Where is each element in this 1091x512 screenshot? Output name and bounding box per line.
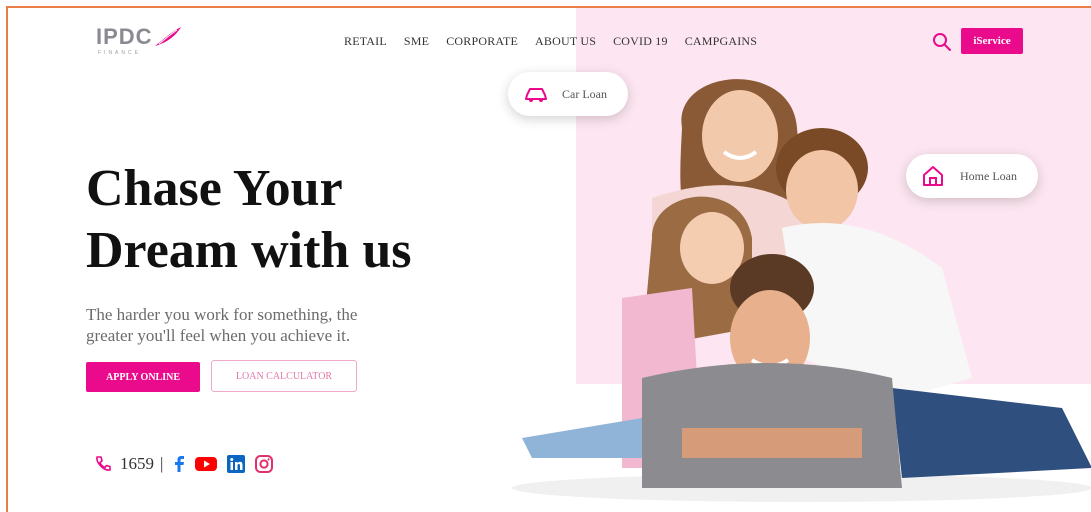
loan-calculator-button[interactable]: LOAN CALCULATOR <box>211 360 357 392</box>
car-icon <box>525 88 547 102</box>
facebook-link[interactable] <box>173 455 185 473</box>
nav-corporate[interactable]: CORPORATE <box>446 34 518 49</box>
instagram-icon <box>255 455 274 473</box>
hero-subtitle-line1: The harder you work for something, the <box>86 305 358 324</box>
car-loan-label: Car Loan <box>562 86 607 101</box>
logo-feather-icon <box>154 27 181 46</box>
nav-covid-19[interactable]: COVID 19 <box>613 34 668 49</box>
contact-row: 1659 | <box>94 454 283 474</box>
hero-subtitle: The harder you work for something, the g… <box>86 304 416 346</box>
hero-subtitle-line2: greater you'll feel when you achieve it. <box>86 326 351 345</box>
instagram-link[interactable] <box>255 455 274 473</box>
home-icon <box>923 166 943 186</box>
hero-title: Chase Your Dream with us <box>86 158 411 282</box>
hero-title-line1: Chase Your <box>86 160 343 217</box>
apply-online-button[interactable]: APPLY ONLINE <box>86 362 200 392</box>
family-hero-image <box>512 79 1091 502</box>
linkedin-icon <box>227 455 246 473</box>
phone-number[interactable]: 1659 <box>120 454 154 474</box>
youtube-link[interactable] <box>195 456 218 472</box>
main-nav: RETAIL SME CORPORATE ABOUT US COVID 19 C… <box>344 34 774 49</box>
hero-title-line2: Dream with us <box>86 222 412 279</box>
nav-retail[interactable]: RETAIL <box>344 34 387 49</box>
nav-campaigns[interactable]: CAMPGAINS <box>685 34 757 49</box>
car-loan-badge[interactable]: Car Loan <box>508 72 628 116</box>
logo-subtext: FINANCE <box>98 50 141 56</box>
facebook-icon <box>175 456 185 472</box>
linkedin-link[interactable] <box>227 455 246 473</box>
phone-icon[interactable] <box>94 455 112 473</box>
contact-separator: | <box>160 454 164 473</box>
ipdc-logo[interactable]: IPDC FINANCE <box>96 24 183 56</box>
page-frame: IPDC FINANCE RETAIL SME CORPORATE ABOUT … <box>6 6 1091 512</box>
home-loan-badge[interactable]: Home Loan <box>906 154 1038 198</box>
youtube-icon <box>195 457 218 471</box>
nav-about-us[interactable]: ABOUT US <box>535 34 596 49</box>
logo-text: IPDC <box>96 24 153 49</box>
home-loan-label: Home Loan <box>960 168 1017 183</box>
nav-sme[interactable]: SME <box>404 34 429 49</box>
